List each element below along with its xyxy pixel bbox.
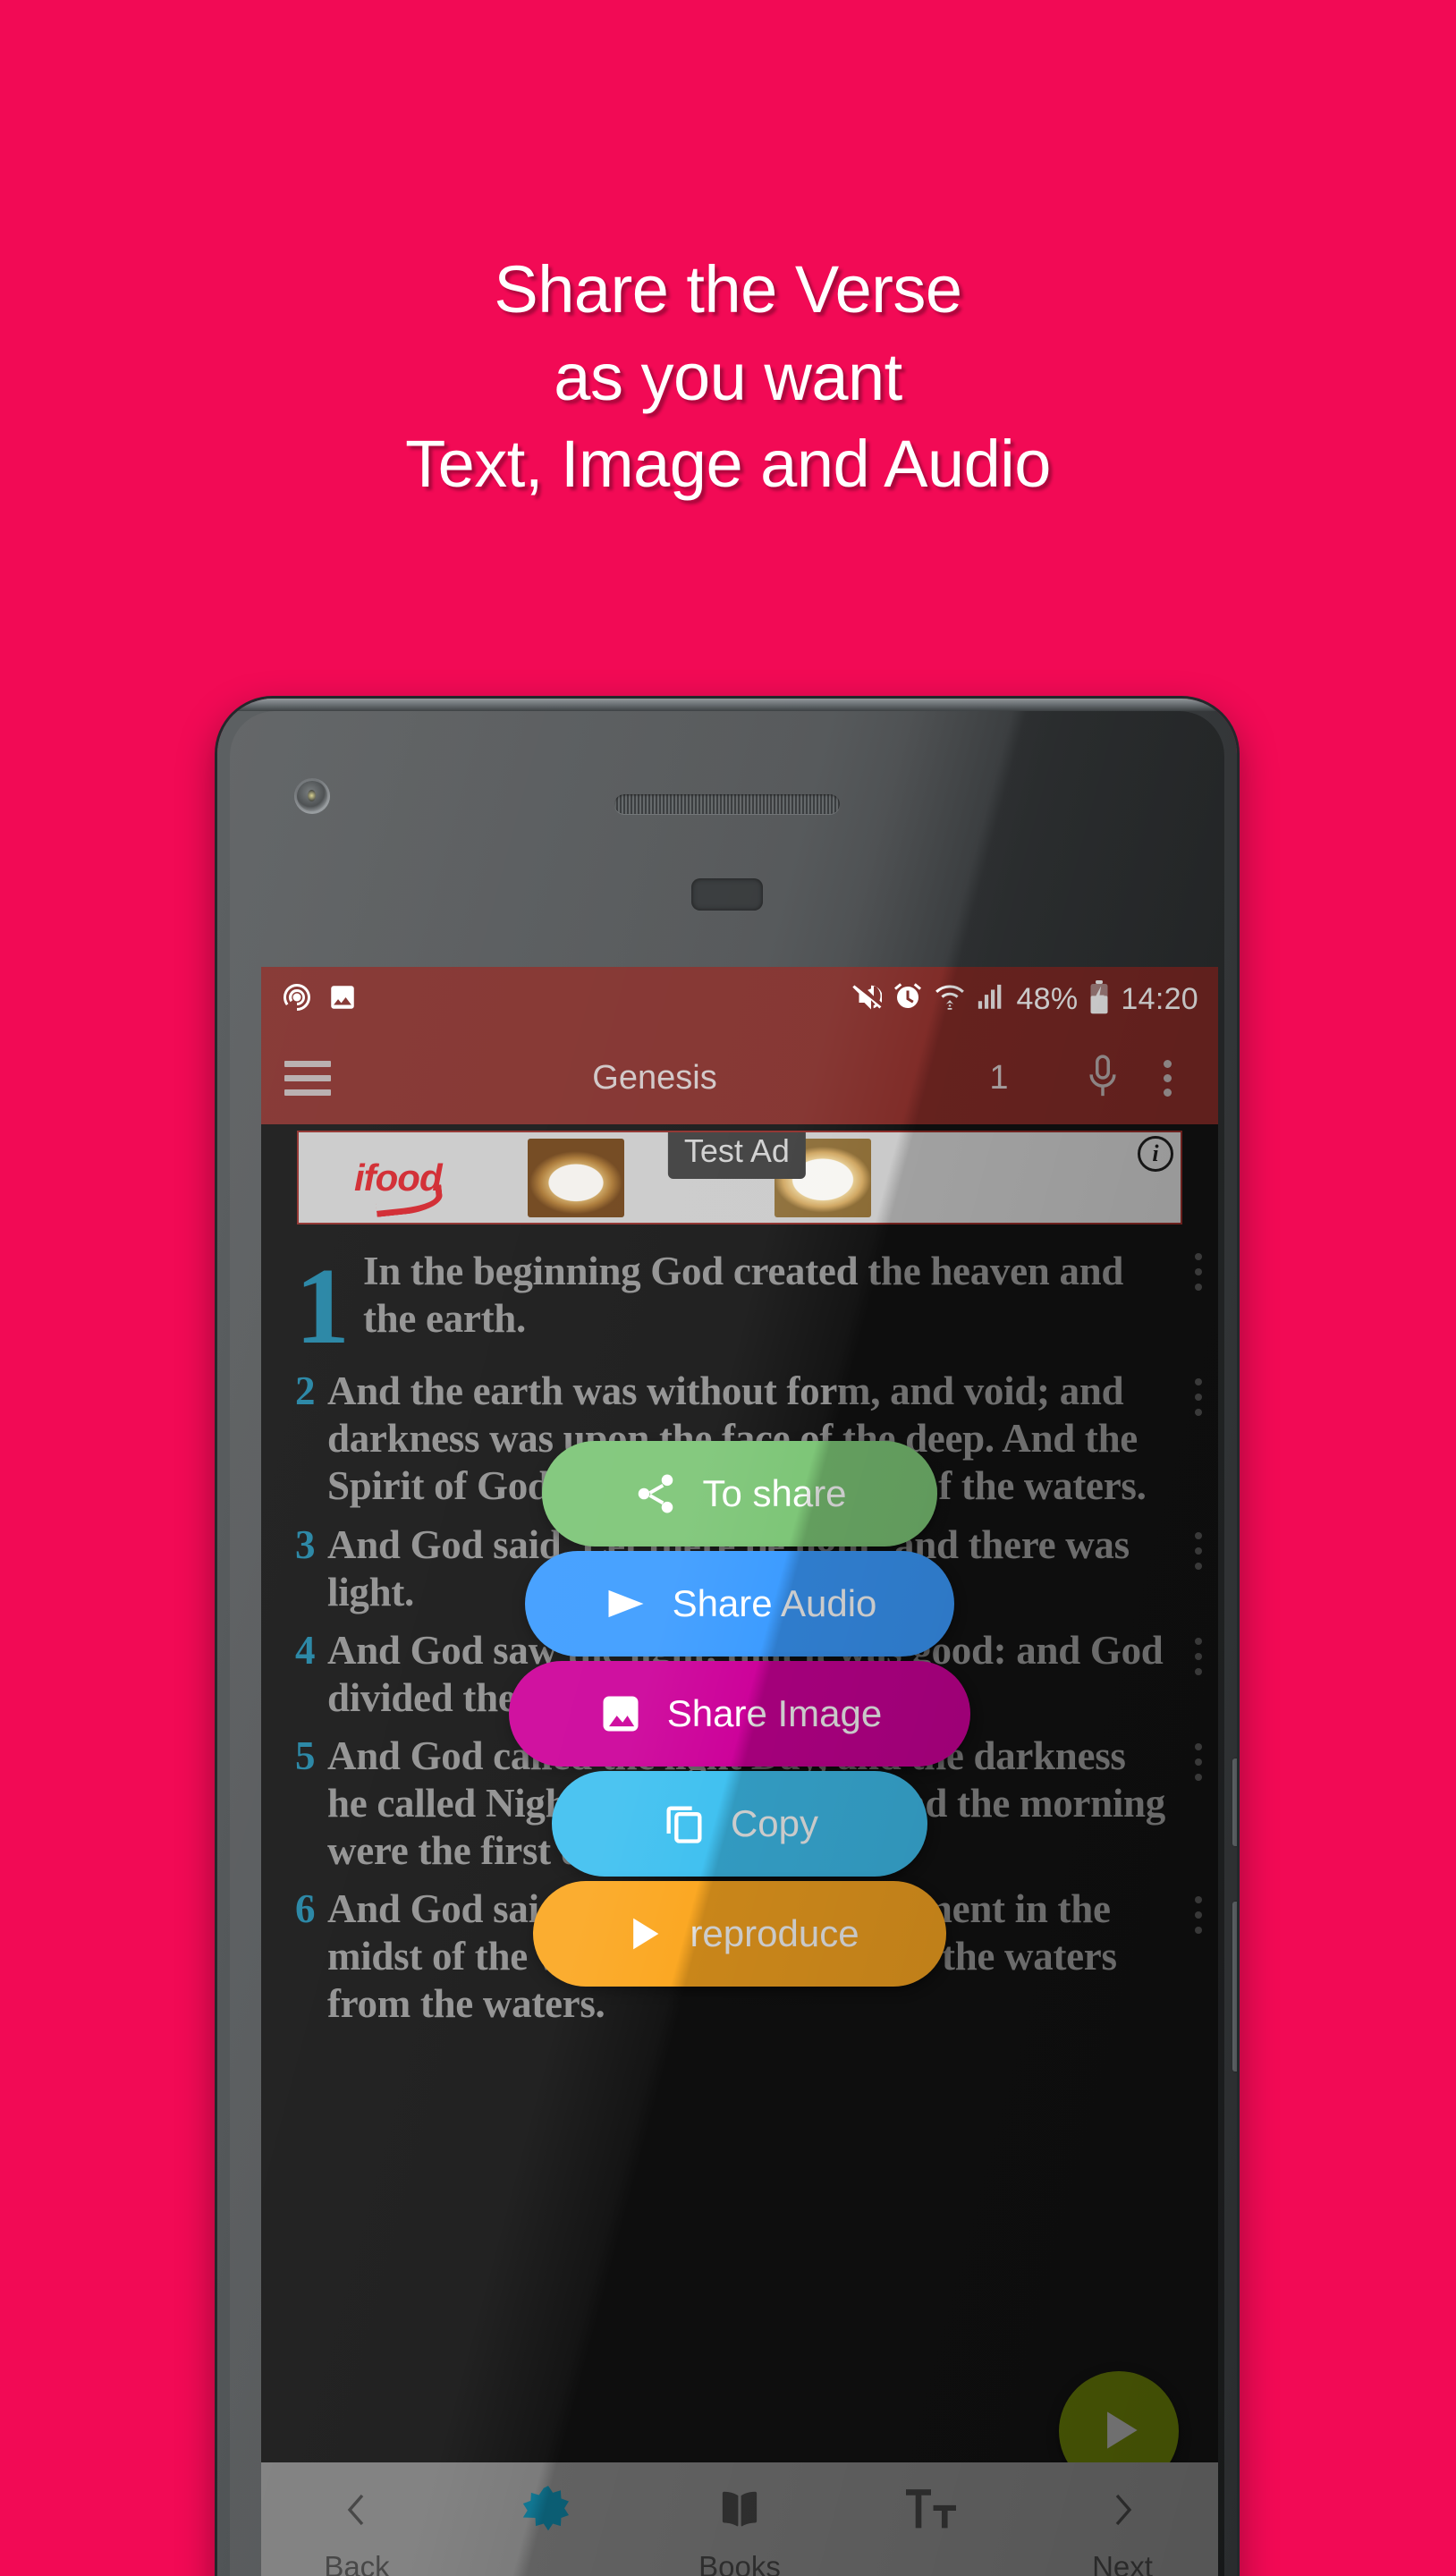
share-audio-label: Share Audio bbox=[672, 1582, 877, 1624]
verse-overflow-icon[interactable] bbox=[1195, 1531, 1202, 1570]
share-image-label: Share Image bbox=[666, 1692, 883, 1734]
chevron-right-icon bbox=[1101, 2482, 1144, 2538]
play-icon bbox=[1091, 2402, 1147, 2461]
overflow-menu-icon[interactable] bbox=[1139, 1059, 1195, 1097]
share-audio-button[interactable]: Share Audio bbox=[525, 1551, 954, 1657]
hamburger-icon[interactable] bbox=[284, 1060, 331, 1096]
podcast-icon bbox=[281, 981, 313, 1018]
phone-body: 48% 14:20 Genesis 1 ifood Test Ad i 1 In… bbox=[217, 699, 1237, 2576]
nav-label-back: Back bbox=[324, 2550, 390, 2576]
verse-row[interactable]: 1 In the beginning God created the heave… bbox=[261, 1241, 1218, 1366]
wifi-icon bbox=[934, 981, 966, 1018]
nav-item-font-size[interactable] bbox=[835, 2482, 1027, 2552]
nav-label-books: Books bbox=[698, 2550, 781, 2576]
verse-overflow-icon[interactable] bbox=[1195, 1378, 1202, 1417]
verse-number: 3 bbox=[295, 1521, 316, 1567]
verse-text: In the beginning God created the heaven … bbox=[363, 1249, 1124, 1342]
battery-percent-label: 48% bbox=[1016, 982, 1079, 1016]
book-title-label[interactable]: Genesis bbox=[377, 1059, 932, 1097]
signal-icon bbox=[976, 982, 1006, 1017]
phone-mockup: 48% 14:20 Genesis 1 ifood Test Ad i 1 In… bbox=[217, 699, 1237, 2576]
phone-screen: 48% 14:20 Genesis 1 ifood Test Ad i 1 In… bbox=[261, 967, 1218, 2576]
reproduce-button[interactable]: reproduce bbox=[533, 1881, 946, 1987]
alarm-icon bbox=[892, 981, 924, 1018]
app-toolbar: Genesis 1 bbox=[261, 1031, 1218, 1124]
nav-item-books[interactable]: Books bbox=[644, 2482, 835, 2576]
verse-number: 6 bbox=[295, 1886, 316, 1932]
verse-number: 5 bbox=[295, 1733, 316, 1778]
play-icon bbox=[620, 1911, 666, 1957]
image-icon bbox=[327, 982, 358, 1017]
brightness-moon-icon bbox=[521, 2482, 576, 2538]
verse-overflow-icon[interactable] bbox=[1195, 1896, 1202, 1935]
verse-number: 1 bbox=[295, 1246, 350, 1367]
phone-top-rim bbox=[217, 699, 1237, 711]
chevron-left-icon bbox=[335, 2482, 378, 2538]
microphone-icon[interactable] bbox=[1066, 1053, 1139, 1103]
font-size-icon bbox=[903, 2482, 959, 2538]
nav-label-next: Next bbox=[1092, 2550, 1153, 2576]
image-icon bbox=[597, 1690, 644, 1737]
battery-charging-icon bbox=[1088, 979, 1111, 1019]
phone-front-panel: 48% 14:20 Genesis 1 ifood Test Ad i 1 In… bbox=[230, 711, 1224, 2576]
volume-button[interactable] bbox=[1232, 1758, 1237, 1846]
promo-headline: Share the Verse as you want Text, Image … bbox=[405, 252, 1051, 502]
nav-item-back[interactable]: Back bbox=[261, 2482, 453, 2576]
to-share-label: To share bbox=[702, 1472, 847, 1514]
to-share-button[interactable]: To share bbox=[542, 1441, 937, 1546]
ifood-logo: ifood bbox=[354, 1156, 443, 1199]
copy-label: Copy bbox=[730, 1802, 819, 1844]
ad-banner[interactable]: ifood Test Ad i bbox=[297, 1131, 1182, 1224]
front-camera-icon bbox=[294, 778, 330, 814]
verse-overflow-icon[interactable] bbox=[1195, 1637, 1202, 1675]
mute-icon bbox=[850, 981, 884, 1018]
status-bar: 48% 14:20 bbox=[261, 967, 1218, 1031]
status-bar-right-icons: 48% 14:20 bbox=[850, 979, 1198, 1019]
share-image-button[interactable]: Share Image bbox=[509, 1661, 970, 1767]
verse-overflow-icon[interactable] bbox=[1195, 1742, 1202, 1781]
nav-item-next[interactable]: Next bbox=[1027, 2482, 1218, 2576]
ad-info-icon[interactable]: i bbox=[1138, 1136, 1173, 1172]
verse-number: 2 bbox=[295, 1368, 316, 1414]
test-ad-label: Test Ad bbox=[667, 1132, 806, 1179]
share-nodes-icon bbox=[632, 1470, 679, 1517]
verse-number: 4 bbox=[295, 1627, 316, 1673]
ad-food-image-1 bbox=[527, 1138, 624, 1217]
clock-label: 14:20 bbox=[1121, 982, 1198, 1016]
power-button[interactable] bbox=[1232, 1902, 1237, 2072]
chapter-number-label[interactable]: 1 bbox=[932, 1059, 1066, 1097]
verse-overflow-icon[interactable] bbox=[1195, 1253, 1202, 1291]
status-bar-left-icons bbox=[281, 981, 358, 1018]
earpiece-speaker bbox=[614, 794, 840, 814]
copy-button[interactable]: Copy bbox=[552, 1771, 927, 1877]
open-book-icon bbox=[714, 2482, 766, 2538]
send-icon bbox=[603, 1580, 649, 1627]
copy-icon bbox=[661, 1801, 707, 1847]
bottom-navigation: Back Books Next bbox=[261, 2462, 1218, 2576]
proximity-sensor bbox=[691, 878, 763, 911]
nav-item-brightness[interactable] bbox=[453, 2482, 644, 2552]
reproduce-label: reproduce bbox=[690, 1912, 859, 1954]
